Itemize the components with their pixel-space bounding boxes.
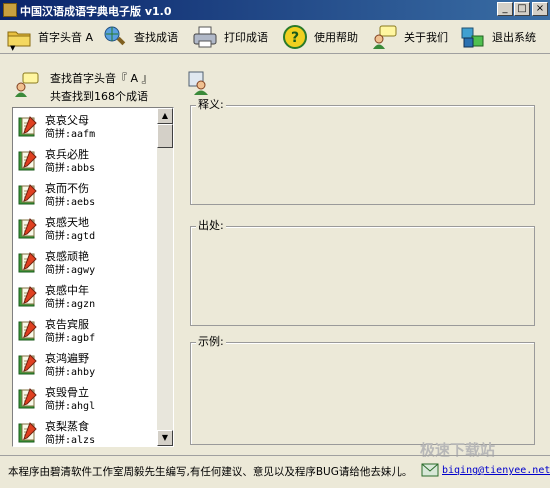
exit-boxes-icon: [460, 24, 486, 50]
toolbar-label: 关于我们: [404, 31, 448, 44]
toolbar-label: 使用帮助: [314, 31, 358, 44]
list-item[interactable]: 哀感中年 简拼:agzn: [13, 278, 158, 312]
book-icon: [16, 183, 40, 207]
list-item[interactable]: 哀感天地 简拼:agtd: [13, 210, 158, 244]
book-icon: [16, 285, 40, 309]
idiom-pinyin: 简拼:agwy: [45, 265, 96, 276]
idiom-pinyin: 简拼:ahgl: [45, 401, 96, 412]
app-book-icon: [3, 3, 17, 17]
result-count-label: 共查找到168个成语: [50, 90, 148, 103]
list-item[interactable]: 哀鸿遍野 简拼:ahby: [13, 346, 158, 380]
exit-system-button[interactable]: 退出系统: [460, 22, 536, 52]
scroll-up-button[interactable]: ▲: [157, 108, 173, 124]
find-idiom-button[interactable]: 查找成语: [102, 22, 178, 52]
toolbar-label: 打印成语: [224, 31, 268, 44]
idiom-pinyin: 简拼:alzs: [45, 435, 96, 446]
close-button[interactable]: ×: [532, 2, 548, 16]
dropdown-arrow-icon: ▼: [10, 44, 16, 52]
list-item[interactable]: 哀告宾服 简拼:agbf: [13, 312, 158, 346]
print-idiom-button[interactable]: 打印成语: [192, 22, 268, 52]
chat-user-icon: [14, 72, 40, 98]
example-label: 示例:: [196, 335, 226, 348]
email-link[interactable]: biqing@tienyee.net: [442, 465, 550, 476]
window-title: 中国汉语成语字典电子版 v1.0: [20, 5, 172, 18]
idiom-pinyin: 简拼:aebs: [45, 197, 96, 208]
book-icon: [16, 115, 40, 139]
book-icon: [16, 149, 40, 173]
idiom-pinyin: 简拼:agtd: [45, 231, 96, 242]
example-group: 示例:: [190, 336, 535, 445]
user-document-icon: [186, 70, 212, 96]
help-button[interactable]: ? 使用帮助: [282, 22, 358, 52]
list-item[interactable]: 哀感顽艳 简拼:agwy: [13, 244, 158, 278]
book-icon: [16, 319, 40, 343]
toolbar-label: 首字头音 A: [38, 31, 94, 44]
toolbar: ▼ 首字头音 A 查找成语 打印成语 ? 使用帮助 关于我们 退出系统: [0, 20, 550, 54]
scroll-down-button[interactable]: ▼: [157, 430, 173, 446]
book-icon: [16, 251, 40, 275]
email-icon: [420, 460, 440, 480]
svg-text:?: ?: [291, 30, 299, 46]
origin-content: [195, 237, 530, 321]
printer-icon: [192, 24, 218, 50]
status-bar: 本程序由碧清软件工作室周毅先生编写,有任何建议、意见以及程序BUG请给他去妹儿。…: [0, 455, 550, 488]
about-us-button[interactable]: 关于我们: [372, 22, 448, 52]
status-message: 本程序由碧清软件工作室周毅先生编写,有任何建议、意见以及程序BUG请给他去妹儿。: [8, 466, 413, 478]
maximize-button[interactable]: □: [514, 2, 530, 16]
toolbar-label: 查找成语: [134, 31, 178, 44]
book-icon: [16, 217, 40, 241]
meaning-label: 释义:: [196, 98, 226, 111]
initial-sound-dropdown-button[interactable]: ▼ 首字头音 A: [6, 22, 93, 52]
book-icon: [16, 421, 40, 445]
toolbar-label: 退出系统: [492, 31, 536, 44]
idiom-list-items: 哀哀父母 简拼:aafm 哀兵必胜 简拼:abbs 哀而不伤 简拼:aebs 哀感天地 简拼:…: [13, 108, 158, 446]
meaning-content: [195, 116, 530, 200]
help-icon: ?: [282, 24, 308, 50]
list-item[interactable]: 哀兵必胜 简拼:abbs: [13, 142, 158, 176]
search-initial-label: 查找首字头音『 A 』: [50, 72, 153, 85]
chat-user-icon: [372, 24, 398, 50]
list-item[interactable]: 哀梨蒸食 简拼:alzs: [13, 414, 158, 446]
vertical-scrollbar[interactable]: ▲ ▼: [157, 108, 173, 446]
search-globe-icon: [102, 24, 128, 50]
meaning-group: 释义:: [190, 99, 535, 205]
idiom-pinyin: 简拼:abbs: [45, 163, 96, 174]
idiom-pinyin: 简拼:agbf: [45, 333, 96, 344]
example-content: [195, 353, 530, 440]
idiom-pinyin: 简拼:agzn: [45, 299, 96, 310]
origin-group: 出处:: [190, 220, 535, 326]
list-item[interactable]: 哀毁骨立 简拼:ahgl: [13, 380, 158, 414]
idiom-pinyin: 简拼:aafm: [45, 129, 96, 140]
list-item[interactable]: 哀而不伤 简拼:aebs: [13, 176, 158, 210]
idiom-pinyin: 简拼:ahby: [45, 367, 96, 378]
title-bar: 中国汉语成语字典电子版 v1.0 _ □ ×: [0, 0, 550, 20]
book-icon: [16, 353, 40, 377]
folder-icon: ▼: [6, 24, 32, 52]
minimize-button[interactable]: _: [497, 2, 513, 16]
idiom-list[interactable]: 哀哀父母 简拼:aafm 哀兵必胜 简拼:abbs 哀而不伤 简拼:aebs 哀感天地 简拼:…: [12, 107, 174, 447]
search-info: 查找首字头音『 A 』 共查找到168个成语: [14, 68, 174, 103]
origin-label: 出处:: [196, 219, 226, 232]
book-icon: [16, 387, 40, 411]
list-item[interactable]: 哀哀父母 简拼:aafm: [13, 108, 158, 142]
scroll-thumb[interactable]: [157, 124, 173, 148]
